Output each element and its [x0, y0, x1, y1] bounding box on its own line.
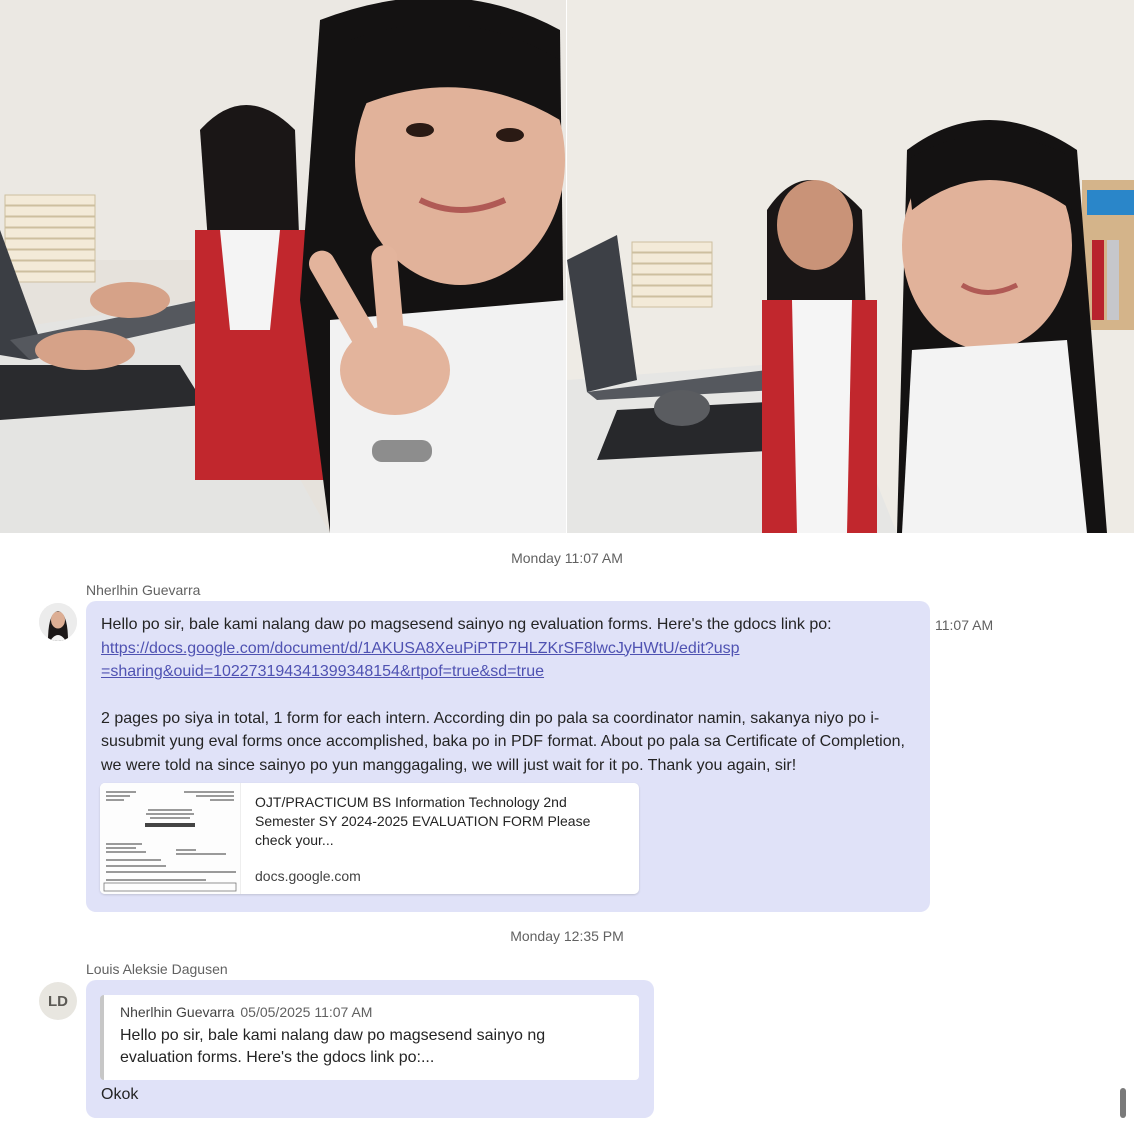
quote-header: Nherlhin Guevarra 05/05/2025 11:07 AM: [120, 1004, 623, 1020]
scrollbar-thumb[interactable]: [1120, 1088, 1126, 1118]
message-text-intro: Hello po sir, bale kami nalang daw po ma…: [101, 616, 832, 633]
sender-name: Louis Aleksie Dagusen: [86, 961, 228, 977]
avatar-initials: LD: [48, 992, 68, 1010]
photo-2-image: [567, 0, 1134, 533]
link-preview-domain: docs.google.com: [255, 868, 361, 884]
scrollbar[interactable]: [1120, 545, 1134, 1128]
avatar-photo: [39, 603, 77, 641]
document-thumbnail: [100, 783, 241, 894]
link-preview-title[interactable]: OJT/PRACTICUM BS Information Technology …: [255, 793, 625, 850]
photo-1-image: [0, 0, 566, 533]
document-thumbnail-graphic: [100, 783, 240, 894]
avatar[interactable]: [39, 603, 77, 641]
quote-sender: Nherlhin Guevarra: [120, 1004, 235, 1020]
timestamp-divider: Monday 11:07 AM: [511, 550, 623, 566]
gdocs-link[interactable]: https://docs.google.com/document/d/1AKUS…: [101, 637, 741, 684]
message-time: 11:07 AM: [935, 617, 994, 633]
quoted-message[interactable]: Nherlhin Guevarra 05/05/2025 11:07 AM Hel…: [100, 995, 639, 1080]
link-preview-card[interactable]: OJT/PRACTICUM BS Information Technology …: [100, 783, 639, 894]
quote-time: 05/05/2025 11:07 AM: [240, 1004, 373, 1020]
photo-selfie-at-desk[interactable]: [0, 0, 566, 533]
timestamp-divider: Monday 12:35 PM: [510, 928, 624, 944]
message-text-body: 2 pages po siya in total, 1 form for eac…: [101, 709, 905, 774]
message-text: Okok: [101, 1086, 139, 1103]
sender-name: Nherlhin Guevarra: [86, 582, 201, 598]
photo-two-interns[interactable]: [567, 0, 1134, 533]
quote-text: Hello po sir, bale kami nalang daw po ma…: [120, 1027, 546, 1066]
avatar[interactable]: LD: [39, 982, 77, 1020]
